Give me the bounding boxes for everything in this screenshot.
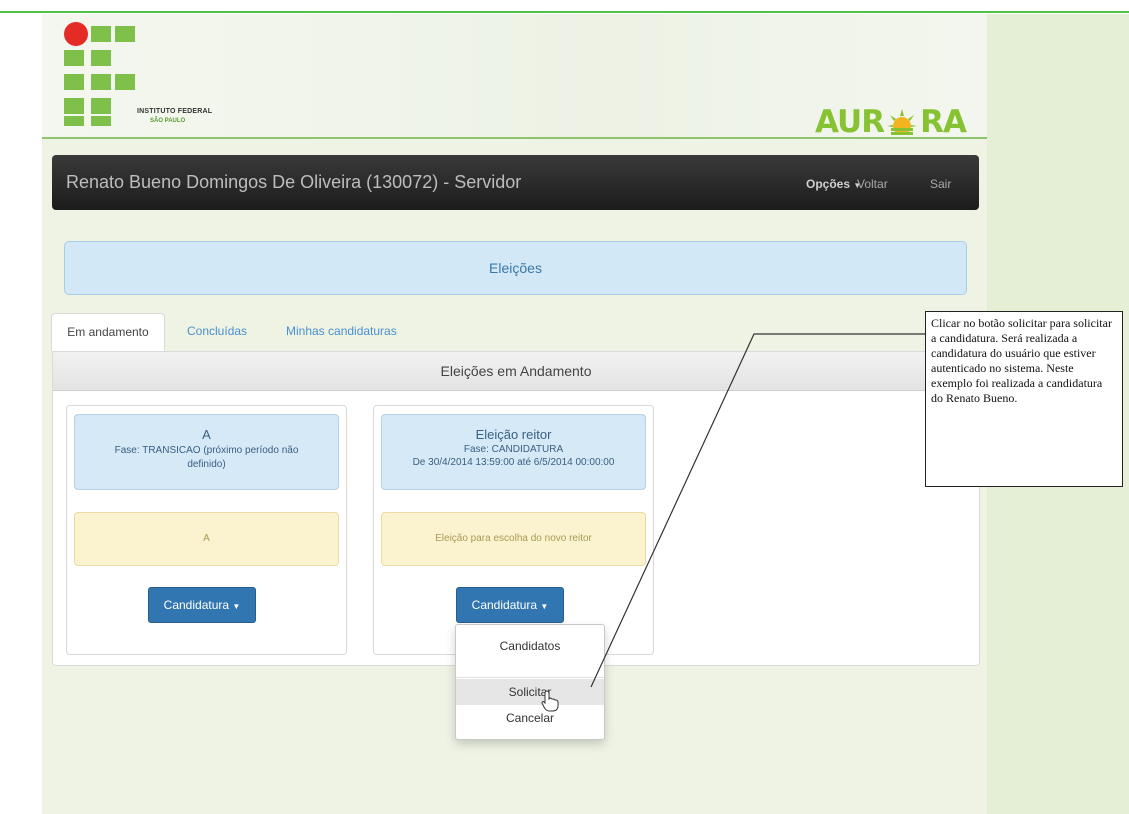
tab-completed[interactable]: Concluídas (187, 313, 247, 350)
tab-my-candidacies[interactable]: Minhas candidaturas (286, 313, 397, 350)
menu-item-cancel[interactable]: Cancelar (456, 711, 604, 725)
back-link[interactable]: Voltar (857, 177, 888, 191)
panel-heading: Eleições em Andamento (53, 352, 979, 391)
annotation-callout: Clicar no botão solicitar para solicitar… (925, 311, 1123, 487)
election-header: A Fase: TRANSICAO (próximo período não d… (74, 414, 339, 490)
page-title: Eleições (64, 241, 967, 295)
top-accent-line (0, 11, 1129, 13)
menu-item-candidates[interactable]: Candidatos (456, 639, 604, 653)
candidacy-button[interactable]: Candidatura ▼ (456, 587, 564, 623)
menu-divider (456, 677, 604, 678)
institution-name: INSTITUTO FEDERAL (137, 108, 213, 115)
current-user-label: Renato Bueno Domingos De Oliveira (13007… (66, 172, 522, 192)
election-header: Eleição reitor Fase: CANDIDATURA De 30/4… (381, 414, 646, 490)
election-phase: Fase: TRANSICAO (próximo período não def… (114, 445, 299, 470)
candidacy-button-label: Candidatura (163, 598, 230, 612)
election-period: De 30/4/2014 13:59:00 até 6/5/2014 00:00… (412, 457, 615, 468)
aurora-sun-icon (887, 109, 918, 135)
menu-item-request[interactable]: Solicitar (456, 679, 604, 705)
caret-down-icon: ▼ (540, 602, 549, 611)
election-title: Eleição reitor (475, 427, 552, 442)
options-label: Opções (806, 177, 851, 191)
tab-in-progress[interactable]: Em andamento (51, 313, 165, 351)
caret-down-icon: ▼ (232, 602, 241, 611)
election-tabs: Em andamento Concluídas Minhas candidatu… (48, 313, 978, 351)
election-phase: Fase: CANDIDATURA (463, 444, 564, 455)
candidacy-dropdown-menu: Candidatos Solicitar Cancelar (455, 624, 605, 740)
logo-red-dot (64, 22, 88, 46)
election-description: A (74, 512, 339, 566)
hand-pointer-icon (541, 690, 559, 712)
candidacy-button-label: Candidatura (471, 598, 538, 612)
aurora-logo-right: RA (920, 104, 967, 140)
aurora-logo: AUR RA (815, 104, 967, 140)
aurora-logo-left: AUR (815, 104, 885, 140)
candidacy-button[interactable]: Candidatura ▼ (148, 587, 256, 623)
institution-subtitle: SÃO PAULO (150, 118, 186, 124)
election-title: A (202, 427, 211, 442)
election-description: Eleição para escolha do novo reitor (381, 512, 646, 566)
exit-link[interactable]: Sair (930, 177, 951, 191)
top-navbar: Renato Bueno Domingos De Oliveira (13007… (52, 155, 979, 210)
options-menu-button[interactable]: Opções ▼ (806, 177, 861, 191)
